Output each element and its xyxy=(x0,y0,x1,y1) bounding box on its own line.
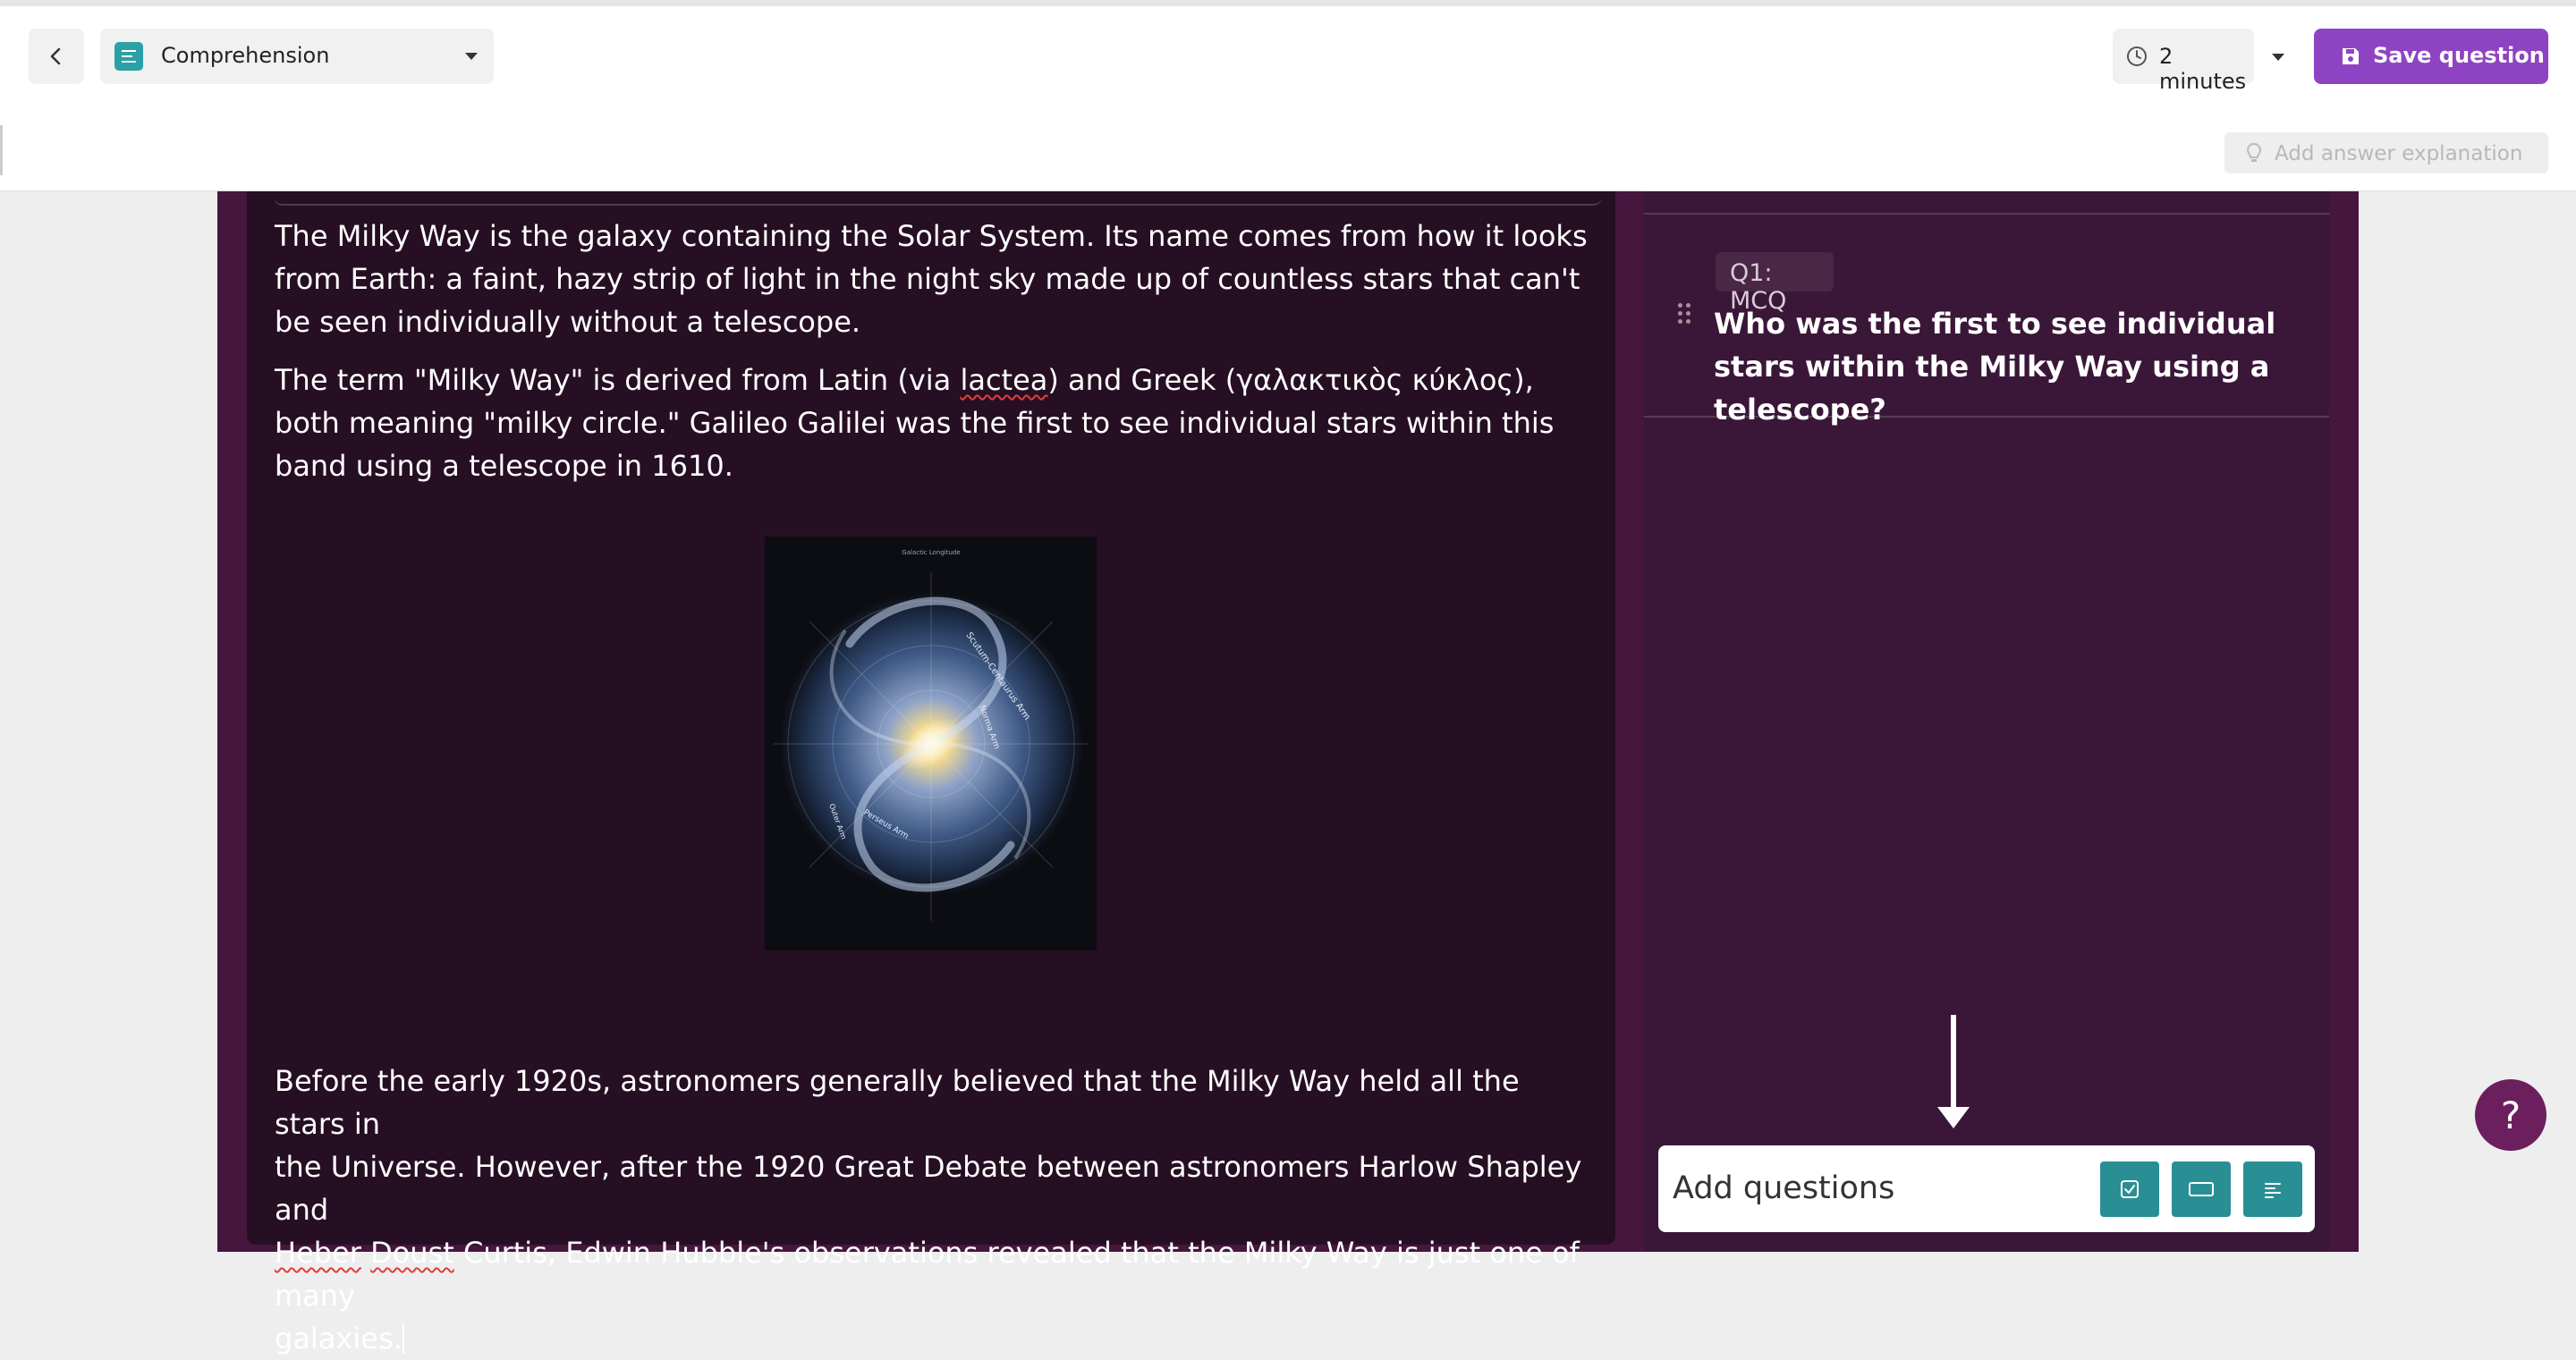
galaxy-illustration: Galactic Longitude Scutum-Centaurus Arm … xyxy=(774,549,1089,921)
open-ended-icon xyxy=(2265,1183,2281,1198)
passage-toolbar-edge xyxy=(274,191,1602,206)
blank-icon xyxy=(2189,1182,2214,1196)
question-badge: Q1: MCQ xyxy=(1716,252,1834,315)
galaxy-longitude-label: Galactic Longitude xyxy=(902,549,960,556)
spellcheck-word: Heber xyxy=(275,1236,361,1270)
questions-divider xyxy=(1644,213,2329,215)
add-answer-explanation-label: Add answer explanation xyxy=(2275,142,2523,165)
milky-way-image[interactable]: Galactic Longitude Scutum-Centaurus Arm … xyxy=(765,536,1097,950)
spellcheck-word: Doust xyxy=(370,1236,454,1270)
paragraph-2-text-start: The term "Milky Way" is derived from Lat… xyxy=(275,363,961,397)
window-top-strip xyxy=(0,0,2576,6)
paragraph-3-line-1: Before the early 1920s, astronomers gene… xyxy=(275,1064,1520,1141)
time-limit-label: 2 minutes xyxy=(2159,44,2247,94)
paragraph-3-line-4: galaxies. xyxy=(275,1322,402,1356)
editor-header: Comprehension 2 minutes Save question Ad… xyxy=(0,6,2576,191)
question-item-text[interactable]: Who was the first to see individual star… xyxy=(1714,302,2286,431)
add-fill-blank-button[interactable] xyxy=(2172,1161,2231,1217)
time-limit-dropdown[interactable]: 2 minutes xyxy=(2113,29,2284,94)
save-question-button[interactable]: Save question xyxy=(2314,29,2548,84)
chevron-down-icon xyxy=(2272,54,2284,61)
chevron-down-icon xyxy=(465,53,478,60)
passage-paragraph-2: The term "Milky Way" is derived from Lat… xyxy=(275,359,1589,487)
passage-paragraph-3: Before the early 1920s, astronomers gene… xyxy=(275,1060,1589,1360)
add-open-ended-button[interactable] xyxy=(2243,1161,2302,1217)
multiple-choice-icon xyxy=(2121,1180,2139,1198)
passage-paragraph-1: The Milky Way is the galaxy containing t… xyxy=(275,219,1588,339)
paragraph-3-line-2: the Universe. However, after the 1920 Gr… xyxy=(275,1150,1582,1227)
add-mcq-button[interactable] xyxy=(2100,1161,2159,1217)
comprehension-icon xyxy=(114,42,143,71)
clock-icon xyxy=(2127,46,2147,66)
save-question-label: Save question xyxy=(2373,43,2545,68)
paragraph-3-line-3: Curtis, Edwin Hubble's observations reve… xyxy=(275,1236,1580,1313)
arrow-down-icon-head xyxy=(1937,1107,1970,1128)
drag-handle-icon[interactable] xyxy=(1678,303,1692,326)
spellcheck-word: lactea xyxy=(960,363,1048,397)
help-button[interactable]: ? xyxy=(2475,1079,2546,1151)
add-answer-explanation-button[interactable]: Add answer explanation xyxy=(2224,132,2548,173)
question-type-dropdown[interactable]: Comprehension xyxy=(100,29,494,84)
toolbar-left-edge xyxy=(0,125,3,175)
question-type-label: Comprehension xyxy=(161,43,330,68)
back-button[interactable] xyxy=(29,29,84,84)
lightbulb-icon xyxy=(2246,142,2262,162)
arrow-down-icon xyxy=(1951,1015,1956,1111)
add-questions-label: Add questions xyxy=(1673,1170,1895,1206)
add-questions-bar: Add questions xyxy=(1658,1145,2315,1232)
help-icon: ? xyxy=(2500,1093,2521,1137)
chevron-left-icon xyxy=(50,47,61,65)
text-cursor xyxy=(402,1323,404,1354)
floppy-disk-icon xyxy=(2343,48,2359,64)
